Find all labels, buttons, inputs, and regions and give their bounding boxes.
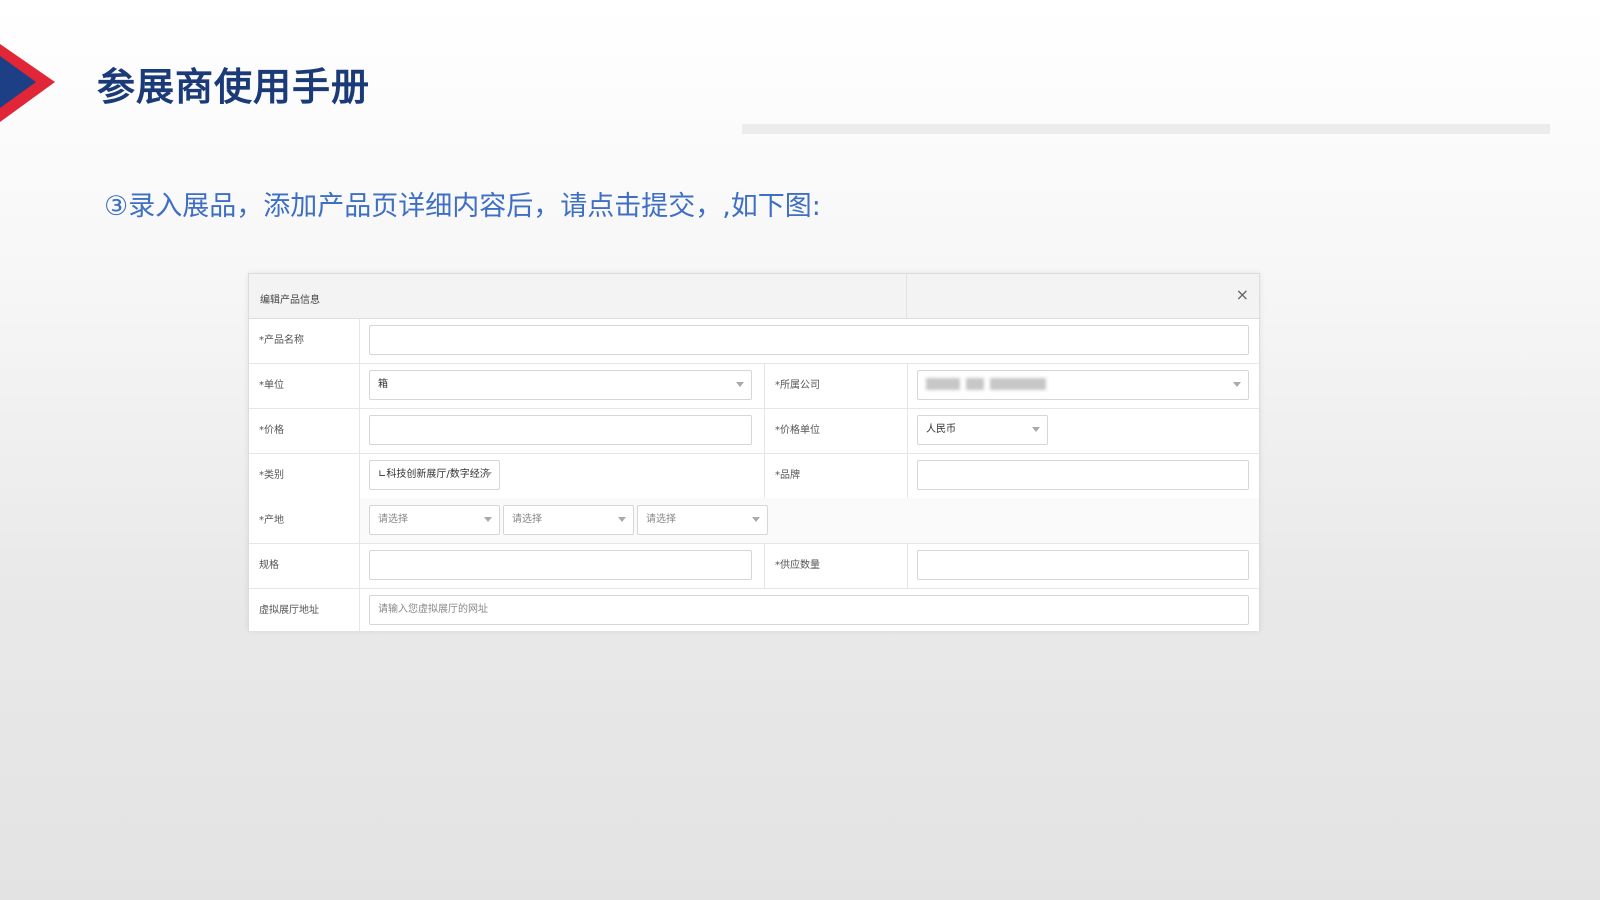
row-product-name: *产品名称	[249, 318, 1259, 364]
unit-label: *单位	[249, 363, 360, 408]
chevron-down-icon	[484, 517, 492, 522]
price-unit-select[interactable]: 人民币	[917, 415, 1048, 445]
instruction-text: ③录入展品，添加产品页详细内容后，请点击提交，,如下图:	[104, 191, 821, 222]
chevron-down-icon	[1032, 427, 1040, 432]
origin-city-value: 请选择	[512, 514, 542, 525]
chevron-down-icon	[618, 517, 626, 522]
row-category-brand: *类别 ∟科技创新展厅/数字经济 *品牌	[249, 453, 1259, 499]
origin-city-select[interactable]: 请选择	[503, 505, 634, 535]
row-price: *价格 *价格单位 人民币	[249, 408, 1259, 454]
origin-label: *产地	[249, 498, 360, 543]
origin-province-select[interactable]: 请选择	[369, 505, 500, 535]
origin-district-value: 请选择	[646, 514, 676, 525]
close-icon[interactable]: ×	[1236, 285, 1249, 304]
category-label: *类别	[249, 453, 360, 498]
price-label: *价格	[249, 408, 360, 453]
chevron-down-icon	[484, 472, 492, 477]
brand-input[interactable]	[917, 460, 1249, 490]
virtual-hall-input[interactable]: 请输入您虚拟展厅的网址	[369, 595, 1249, 625]
supply-qty-input[interactable]	[917, 550, 1249, 580]
edit-product-dialog: 编辑产品信息 × *产品名称 *单位 箱 *所属公司 *价格 *价格单位 人民币…	[248, 273, 1260, 631]
chevron-down-icon	[1233, 382, 1241, 387]
category-value: ∟科技创新展厅/数字经济	[378, 469, 490, 480]
title-divider	[742, 124, 1550, 134]
row-virtual-hall: 虚拟展厅地址 请输入您虚拟展厅的网址	[249, 588, 1259, 631]
blurred-company-text	[990, 378, 1046, 390]
company-label: *所属公司	[764, 363, 908, 408]
price-unit-label: *价格单位	[764, 408, 908, 453]
row-unit-company: *单位 箱 *所属公司	[249, 363, 1259, 409]
header-divider	[906, 274, 907, 318]
product-name-label: *产品名称	[249, 318, 360, 363]
blurred-company-text	[966, 378, 984, 390]
brand-label: *品牌	[764, 453, 908, 498]
virtual-hall-label: 虚拟展厅地址	[249, 588, 360, 631]
row-origin: *产地 请选择 请选择 请选择	[249, 498, 1259, 544]
category-select[interactable]: ∟科技创新展厅/数字经济	[369, 460, 500, 490]
row-spec-supply: 规格 *供应数量	[249, 543, 1259, 589]
unit-select[interactable]: 箱	[369, 370, 752, 400]
price-input[interactable]	[369, 415, 752, 445]
supply-qty-label: *供应数量	[764, 543, 908, 588]
blurred-company-text	[926, 378, 960, 390]
chevron-logo-icon	[0, 44, 55, 122]
spec-input[interactable]	[369, 550, 752, 580]
chevron-down-icon	[736, 382, 744, 387]
company-select[interactable]	[917, 370, 1249, 400]
dialog-header: 编辑产品信息 ×	[249, 274, 1259, 319]
price-unit-value: 人民币	[926, 424, 956, 435]
page-title: 参展商使用手册	[97, 65, 371, 109]
origin-district-select[interactable]: 请选择	[637, 505, 768, 535]
product-name-input[interactable]	[369, 325, 1249, 355]
spec-label: 规格	[249, 543, 360, 588]
unit-value: 箱	[378, 379, 388, 390]
dialog-title: 编辑产品信息	[260, 295, 320, 306]
origin-province-value: 请选择	[378, 514, 408, 525]
chevron-down-icon	[752, 517, 760, 522]
